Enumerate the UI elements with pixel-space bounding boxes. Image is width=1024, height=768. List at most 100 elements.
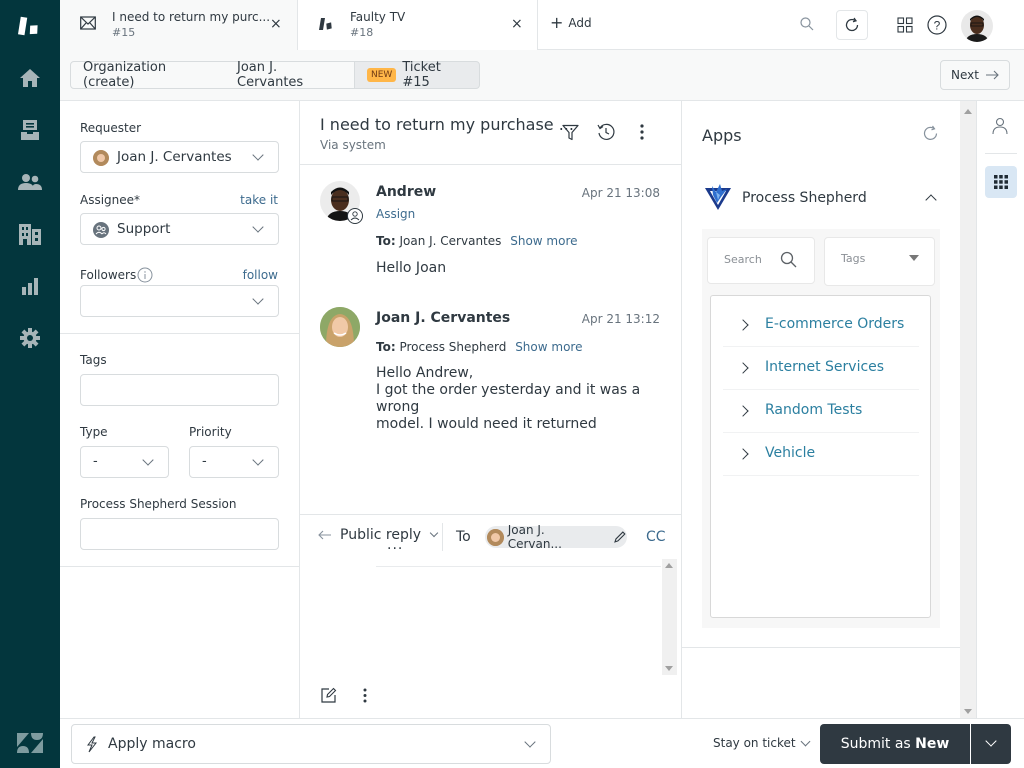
app-name: Process Shepherd [742,190,867,206]
scroll-down-icon[interactable] [665,666,673,671]
reply-type-dropdown[interactable]: Public reply [318,527,439,543]
breadcrumb-requester[interactable]: Joan J. Cervantes [225,60,355,90]
customers-icon[interactable] [18,170,42,194]
breadcrumb-label: Joan J. Cervantes [237,60,304,90]
message-item: Joan J. Cervantes Apr 21 13:12 To: Proce… [300,291,681,567]
refresh-button[interactable] [836,10,868,40]
to-label: To: [376,234,396,248]
ticket-channel: Via system [320,138,386,152]
ticket-properties-panel: Requester Joan J. Cervantes Assignee* ta… [60,101,300,718]
message-recipients: To: Process Shepherd Show more [376,340,582,354]
divider [442,523,443,551]
followers-field[interactable] [80,285,279,317]
apply-macro-dropdown[interactable]: Apply macro [71,724,551,764]
views-icon[interactable] [18,118,42,142]
tags-input[interactable] [80,374,279,406]
tree-item-label: Internet Services [765,359,885,375]
reply-textarea[interactable] [320,559,660,675]
to-label: To [456,529,471,545]
take-it-link[interactable]: take it [240,193,278,207]
zendesk-logo-icon[interactable] [18,14,42,38]
scroll-up-icon[interactable] [665,563,673,568]
add-tab-button[interactable]: + Add [550,15,592,31]
search-placeholder: Search [724,253,762,266]
assign-link[interactable]: Assign [376,207,415,221]
requester-label: Requester [80,121,142,135]
priority-select[interactable]: - [189,446,279,478]
more-options-icon[interactable] [640,124,644,144]
organizations-icon[interactable] [18,222,42,246]
submit-options-button[interactable] [971,724,1011,764]
composer-more-icon[interactable] [363,688,367,707]
close-tab-icon[interactable]: × [511,16,523,32]
tree-item[interactable]: Internet Services [723,347,919,390]
arrow-right-icon [985,70,999,80]
chevron-down-icon [800,736,811,746]
customer-context-icon[interactable] [992,117,1008,139]
chevron-right-icon [737,362,749,374]
assignee-label: Assignee* [80,193,141,207]
stay-on-ticket-label: Stay on ticket [713,736,796,750]
divider [682,647,960,648]
apps-button[interactable] [985,166,1017,198]
divider [985,153,1017,154]
assignee-field[interactable]: Support [80,213,279,245]
apps-grid-icon [994,175,1008,189]
home-icon[interactable] [18,66,42,90]
history-icon[interactable] [597,123,615,145]
tab-title: I need to return my purc... [112,10,271,24]
next-button[interactable]: Next [940,60,1010,90]
filter-icon[interactable] [562,124,579,145]
follow-link[interactable]: follow [243,268,278,282]
reporting-icon[interactable] [18,274,42,298]
scroll-down-icon[interactable] [964,709,972,714]
submit-prefix: Submit as [840,736,916,752]
cc-button[interactable]: CC [646,529,666,545]
message-timestamp: Apr 21 13:08 [581,186,660,200]
type-label: Type [80,425,108,439]
submit-button[interactable]: Submit as New [820,724,970,764]
recipient-name: Joan J. Cervantes [399,234,502,248]
breadcrumb-organization[interactable]: Organization (create) [70,60,226,90]
apps-title: Apps [702,126,742,145]
info-icon[interactable] [137,267,153,287]
user-avatar[interactable] [961,10,993,42]
recipient-name: Process Shepherd [399,340,507,354]
type-select[interactable]: - [80,446,169,478]
apps-scrollbar[interactable] [960,101,976,718]
requester-avatar [320,307,360,347]
show-more-link[interactable]: Show more [515,340,582,354]
collapse-chevron-up-icon[interactable] [925,194,937,206]
help-icon[interactable]: ? [927,15,947,39]
tree-item[interactable]: E-commerce Orders [723,304,919,347]
search-icon[interactable] [800,17,814,35]
session-label: Process Shepherd Session [80,497,237,511]
stay-on-ticket-dropdown[interactable]: Stay on ticket [713,736,811,750]
app-tags-select[interactable]: Tags [824,237,935,286]
admin-gear-icon[interactable] [18,326,42,350]
scroll-up-icon[interactable] [964,109,972,114]
tab-ticket-18[interactable]: Faulty TV #18 × [298,0,538,50]
requester-field[interactable]: Joan J. Cervantes [80,141,279,173]
tree-item[interactable]: Vehicle [723,433,919,476]
ticket-subject: I need to return my purchase ... [320,115,574,134]
chevron-right-icon [737,405,749,417]
breadcrumb-ticket[interactable]: NEW Ticket #15 [354,60,480,90]
close-tab-icon[interactable]: × [270,16,282,32]
compose-edit-icon[interactable] [321,687,337,707]
add-label: Add [568,16,592,30]
products-grid-icon[interactable] [897,17,913,37]
recipient-pill[interactable]: Joan J. Cervan... [485,523,627,551]
composer-scrollbar[interactable] [662,559,677,675]
tags-label: Tags [80,353,107,367]
status-badge: NEW [367,68,397,82]
app-search-input[interactable]: Search [707,237,815,284]
tab-ticket-15[interactable]: I need to return my purc... #15 × [60,0,298,50]
breadcrumb-label: Ticket #15 [402,60,441,90]
show-more-link[interactable]: Show more [510,234,577,248]
session-input[interactable] [80,518,279,550]
tree-item[interactable]: Random Tests [723,390,919,433]
message-item: Andrew Apr 21 13:08 Assign To: Joan J. C… [300,165,681,285]
zendesk-brand-icon[interactable] [16,731,44,755]
refresh-apps-icon[interactable] [922,125,939,146]
